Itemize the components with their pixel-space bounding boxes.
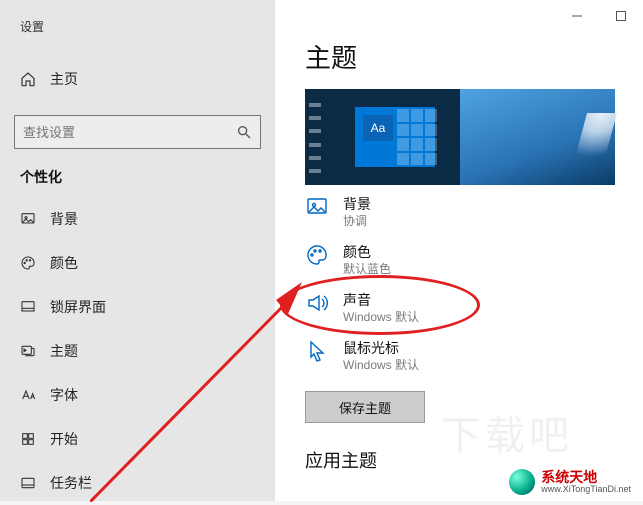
- setting-title: 颜色: [343, 243, 391, 261]
- setting-color[interactable]: 颜色 默认蓝色: [275, 233, 643, 281]
- app-label: 设置: [0, 16, 275, 35]
- sidebar-item-lockscreen[interactable]: 锁屏界面: [0, 285, 275, 329]
- preview-wallpaper: [460, 89, 615, 185]
- setting-title: 声音: [343, 291, 419, 309]
- sidebar-home-label: 主页: [50, 69, 78, 89]
- sidebar-item-colors[interactable]: 颜色: [0, 241, 275, 285]
- settings-sidebar: 设置 主页 个性化 背景 颜色 锁屏界面 主题 字体 开始 任务栏: [0, 0, 275, 501]
- theme-icon: [20, 343, 36, 359]
- start-icon: [20, 431, 36, 447]
- sidebar-item-themes[interactable]: 主题: [0, 329, 275, 373]
- minimize-button[interactable]: [555, 0, 599, 32]
- taskbar-icon: [20, 475, 36, 491]
- setting-subtitle: 默认蓝色: [343, 261, 391, 277]
- palette-icon: [20, 255, 36, 271]
- main-panel: 主题 Aa 背景 协调 颜色 默认蓝色 声音 Windows 默认: [275, 0, 643, 501]
- setting-subtitle: Windows 默认: [343, 357, 419, 373]
- sidebar-item-label: 背景: [50, 209, 78, 229]
- palette-icon: [305, 243, 329, 267]
- font-icon: [20, 387, 36, 403]
- setting-subtitle: 协调: [343, 213, 371, 229]
- theme-preview[interactable]: Aa: [305, 89, 615, 185]
- watermark-logo: 系统天地 www.XiTongTianDi.net: [503, 467, 637, 497]
- setting-sound[interactable]: 声音 Windows 默认: [275, 281, 643, 329]
- maximize-icon: [616, 11, 626, 21]
- picture-icon: [305, 195, 329, 219]
- sidebar-item-label: 任务栏: [50, 473, 92, 493]
- setting-subtitle: Windows 默认: [343, 309, 419, 325]
- search-input[interactable]: [23, 125, 236, 140]
- sidebar-item-label: 锁屏界面: [50, 297, 106, 317]
- setting-cursor[interactable]: 鼠标光标 Windows 默认: [275, 329, 643, 377]
- sidebar-item-background[interactable]: 背景: [0, 197, 275, 241]
- sidebar-item-start[interactable]: 开始: [0, 417, 275, 461]
- setting-title: 背景: [343, 195, 371, 213]
- watermark-url: www.XiTongTianDi.net: [541, 484, 631, 494]
- sidebar-item-label: 开始: [50, 429, 78, 449]
- preview-start-panel: Aa: [305, 89, 460, 185]
- sidebar-item-fonts[interactable]: 字体: [0, 373, 275, 417]
- search-box[interactable]: [14, 115, 261, 149]
- sidebar-item-label: 主题: [50, 341, 78, 361]
- setting-background[interactable]: 背景 协调: [275, 185, 643, 233]
- globe-icon: [509, 469, 535, 495]
- setting-title: 鼠标光标: [343, 339, 419, 357]
- sidebar-item-label: 颜色: [50, 253, 78, 273]
- search-icon: [236, 124, 252, 140]
- sidebar-item-label: 字体: [50, 385, 78, 405]
- save-theme-button[interactable]: 保存主题: [305, 391, 425, 423]
- home-icon: [20, 71, 36, 87]
- picture-icon: [20, 211, 36, 227]
- titlebar: [275, 0, 643, 32]
- apply-theme-section: 应用主题: [275, 423, 643, 473]
- minimize-icon: [572, 11, 582, 21]
- sidebar-home[interactable]: 主页: [0, 57, 275, 101]
- preview-tile-aa: Aa: [363, 115, 393, 141]
- sidebar-item-taskbar[interactable]: 任务栏: [0, 461, 275, 505]
- sound-icon: [305, 291, 329, 315]
- page-title: 主题: [275, 32, 643, 75]
- lockscreen-icon: [20, 299, 36, 315]
- cursor-icon: [305, 339, 329, 363]
- sidebar-category: 个性化: [0, 149, 275, 197]
- maximize-button[interactable]: [599, 0, 643, 32]
- watermark-brand: 系统天地: [541, 470, 631, 484]
